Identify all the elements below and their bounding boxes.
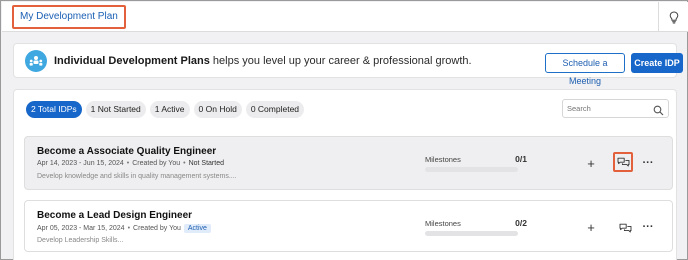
filter-not-started[interactable]: 1 Not Started — [85, 101, 146, 118]
milestones-count: 0/2 — [515, 218, 527, 228]
idp-dates: Apr 14, 2023 - Jun 15, 2024 — [37, 160, 124, 167]
search-box — [562, 99, 669, 118]
milestones-label: Milestones — [425, 219, 461, 228]
milestones-label: Milestones — [425, 155, 461, 164]
idp-description: Develop Leadership Skills... — [37, 237, 124, 244]
lightbulb-icon[interactable] — [658, 2, 688, 32]
status-badge: Active — [183, 224, 211, 233]
idp-dates: Apr 05, 2023 - Mar 15, 2024 — [37, 225, 125, 232]
idp-card[interactable]: Become a Lead Design Engineer Apr 05, 20… — [24, 200, 673, 252]
more-options-icon[interactable]: ··· — [638, 217, 658, 237]
idp-banner: Individual Development Plans helps you l… — [13, 43, 683, 86]
idp-creator: Created by You — [133, 225, 181, 232]
search-icon[interactable] — [653, 103, 664, 121]
schedule-meeting-button[interactable]: Schedule a Meeting — [545, 53, 625, 86]
filter-active[interactable]: 1 Active — [149, 101, 190, 118]
idp-description: Develop knowledge and skills in quality … — [37, 173, 237, 180]
comments-icon[interactable] — [613, 152, 633, 172]
more-options-icon[interactable]: ··· — [638, 153, 658, 173]
add-icon[interactable]: + — [581, 217, 601, 237]
app-frame: My Development Plan Individual Developme… — [0, 0, 688, 260]
status-filter-chips: 2 Total IDPs 1 Not Started 1 Active 0 On… — [26, 101, 305, 118]
add-icon[interactable]: + — [581, 153, 601, 173]
banner-subtitle: helps you level up your career & profess… — [209, 55, 472, 67]
create-idp-button[interactable]: Create IDP — [631, 53, 683, 73]
idp-creator: Created by You — [132, 160, 181, 167]
separator-dot: • — [126, 160, 130, 167]
banner-text: Individual Development Plans helps you l… — [54, 55, 472, 67]
filter-completed[interactable]: 0 Completed — [245, 101, 305, 118]
filter-total[interactable]: 2 Total IDPs — [26, 101, 82, 118]
separator-dot: • — [183, 160, 186, 167]
search-input[interactable] — [567, 102, 647, 115]
breadcrumb-my-development-plan[interactable]: My Development Plan — [12, 5, 126, 29]
idp-card[interactable]: Become a Associate Quality Engineer Apr … — [24, 136, 673, 190]
banner-title: Individual Development Plans — [54, 55, 210, 67]
comments-icon[interactable] — [615, 218, 635, 238]
status-badge: Not Started — [188, 160, 224, 167]
idp-title[interactable]: Become a Lead Design Engineer — [37, 210, 192, 221]
idp-title[interactable]: Become a Associate Quality Engineer — [37, 146, 216, 157]
idp-meta: Apr 05, 2023 - Mar 15, 2024 • Created by… — [37, 224, 211, 233]
milestones-progress-bar — [425, 231, 518, 236]
top-bar: My Development Plan — [2, 2, 688, 32]
idp-list-panel: 2 Total IDPs 1 Not Started 1 Active 0 On… — [13, 89, 677, 260]
milestones-progress-bar — [425, 167, 518, 172]
milestones-count: 0/1 — [515, 154, 527, 164]
people-icon — [25, 50, 47, 72]
separator-dot: • — [127, 225, 131, 232]
filter-on-hold[interactable]: 0 On Hold — [193, 101, 242, 118]
idp-meta: Apr 14, 2023 - Jun 15, 2024 • Created by… — [37, 160, 224, 167]
